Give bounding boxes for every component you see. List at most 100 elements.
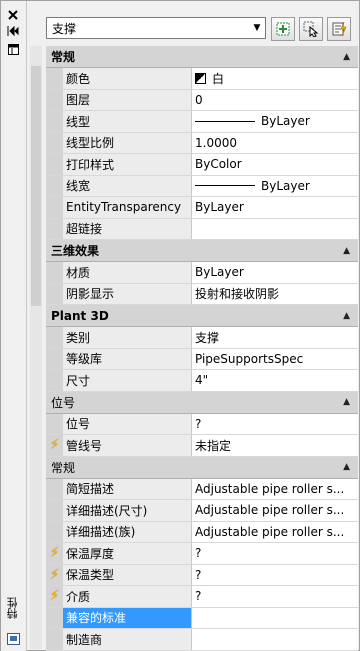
category-header[interactable]: 三维效果 ▲ bbox=[46, 240, 358, 262]
row-gutter bbox=[46, 154, 63, 175]
property-value[interactable]: ? bbox=[192, 543, 358, 564]
property-value[interactable]: Adjustable pipe roller s... bbox=[192, 522, 358, 543]
row-gutter bbox=[46, 521, 63, 542]
properties-palette: 特性 支撑 ▼ 常规 ▲ 颜色白图层 0 线型 ByLayer 线型比例 1.0000 打印样式… bbox=[0, 0, 360, 651]
property-value-text: 0 bbox=[195, 92, 203, 107]
row-gutter: ⚡ bbox=[46, 564, 63, 585]
property-value[interactable]: 1.0000 bbox=[192, 133, 358, 154]
property-value[interactable]: 未指定 bbox=[192, 435, 358, 456]
property-value[interactable]: 0 bbox=[192, 90, 358, 111]
property-row[interactable]: 等级库 PipeSupportsSpec bbox=[46, 348, 358, 370]
property-value[interactable]: 支撑 bbox=[192, 327, 358, 348]
property-value[interactable]: ByLayer bbox=[192, 262, 358, 283]
property-name: 保温类型 bbox=[63, 564, 192, 585]
property-value[interactable] bbox=[192, 629, 358, 650]
category-header[interactable]: 位号 ▲ bbox=[46, 391, 358, 414]
property-row[interactable]: 制造商 bbox=[46, 629, 358, 651]
property-value[interactable]: Adjustable pipe roller s... bbox=[192, 479, 358, 500]
row-gutter bbox=[46, 370, 63, 391]
object-type-select[interactable]: 支撑 ▼ bbox=[46, 17, 266, 39]
property-value-text: ByLayer bbox=[195, 265, 244, 280]
property-value[interactable]: 4" bbox=[192, 370, 358, 391]
property-name: 图层 bbox=[63, 89, 192, 110]
property-row[interactable]: 超链接 bbox=[46, 218, 358, 240]
palette-title-strip: 特性 bbox=[1, 1, 27, 651]
property-value[interactable]: 投射和接收阴影 bbox=[192, 284, 358, 305]
row-gutter bbox=[46, 218, 63, 239]
property-name: 打印样式 bbox=[63, 154, 192, 175]
property-value-text: ByColor bbox=[195, 157, 242, 172]
row-gutter bbox=[46, 413, 63, 434]
property-name: 线型比例 bbox=[63, 132, 192, 153]
row-gutter bbox=[46, 327, 63, 348]
property-name: 类别 bbox=[63, 327, 192, 348]
property-row[interactable]: 线型比例 1.0000 bbox=[46, 132, 358, 154]
property-row[interactable]: 兼容的标准 bbox=[46, 607, 358, 629]
row-gutter bbox=[46, 175, 63, 196]
property-name: 详细描述(族) bbox=[63, 521, 192, 542]
property-row[interactable]: 材质 ByLayer bbox=[46, 262, 358, 284]
collapse-arrow-icon[interactable]: ▲ bbox=[343, 311, 350, 321]
property-row[interactable]: ⚡ 保温类型? bbox=[46, 564, 358, 586]
property-row[interactable]: 简短描述 Adjustable pipe roller s... bbox=[46, 478, 358, 500]
property-row[interactable]: 位号? bbox=[46, 413, 358, 435]
property-name: 制造商 bbox=[63, 629, 192, 650]
toggle-pickadd-button[interactable] bbox=[271, 17, 295, 41]
property-row[interactable]: 阴影显示 投射和接收阴影 bbox=[46, 283, 358, 305]
property-value-text: ByLayer bbox=[195, 200, 244, 215]
property-row[interactable]: 打印样式 ByColor bbox=[46, 154, 358, 176]
property-row[interactable]: ⚡ 保温厚度? bbox=[46, 543, 358, 565]
property-name: 超链接 bbox=[63, 218, 192, 239]
property-row[interactable]: 类别 支撑 bbox=[46, 327, 358, 349]
property-row[interactable]: ⚡ 介质? bbox=[46, 586, 358, 608]
collapse-arrow-icon[interactable]: ▲ bbox=[343, 52, 350, 62]
property-value[interactable]: ByColor bbox=[192, 154, 358, 175]
selection-toolbar: 支撑 ▼ bbox=[46, 15, 360, 45]
close-icon[interactable] bbox=[5, 7, 21, 23]
property-value[interactable] bbox=[192, 219, 358, 240]
property-name: EntityTransparency bbox=[63, 197, 192, 218]
select-objects-button[interactable] bbox=[299, 17, 323, 41]
property-value-text: ? bbox=[195, 546, 202, 561]
row-gutter bbox=[46, 111, 63, 132]
row-gutter bbox=[46, 132, 63, 153]
collapse-arrow-icon[interactable]: ▲ bbox=[343, 397, 350, 407]
property-value-text: 投射和接收阴影 bbox=[195, 287, 280, 302]
property-value[interactable]: ByLayer bbox=[192, 197, 358, 218]
property-value[interactable]: ByLayer bbox=[192, 111, 358, 132]
property-value[interactable]: ByLayer bbox=[192, 176, 358, 197]
category-header[interactable]: 常规 ▲ bbox=[46, 46, 358, 68]
property-row[interactable]: ⚡ 管线号 未指定 bbox=[46, 435, 358, 457]
property-value[interactable]: PipeSupportsSpec bbox=[192, 349, 358, 370]
collapse-arrow-icon[interactable]: ▲ bbox=[343, 246, 350, 256]
palette-properties-icon[interactable] bbox=[5, 41, 21, 57]
property-value[interactable]: ? bbox=[192, 565, 358, 586]
palette-scrollbar[interactable] bbox=[30, 46, 42, 649]
lightning-icon: ⚡ bbox=[49, 566, 60, 583]
property-row[interactable]: 线型 ByLayer bbox=[46, 111, 358, 133]
property-row[interactable]: 线宽 ByLayer bbox=[46, 175, 358, 197]
property-row[interactable]: 详细描述(族) Adjustable pipe roller s... bbox=[46, 521, 358, 543]
property-row[interactable]: 详细描述(尺寸) Adjustable pipe roller s... bbox=[46, 500, 358, 522]
property-value[interactable]: Adjustable pipe roller s... bbox=[192, 500, 358, 521]
property-value[interactable] bbox=[192, 608, 358, 629]
category-title: 三维效果 bbox=[51, 244, 100, 258]
palette-menu-icon[interactable] bbox=[7, 633, 20, 645]
quick-select-button[interactable] bbox=[327, 17, 351, 41]
property-row[interactable]: 图层 0 bbox=[46, 89, 358, 111]
property-row[interactable]: 尺寸 4" bbox=[46, 370, 358, 392]
property-value[interactable]: 白 bbox=[192, 68, 358, 89]
property-row[interactable]: 颜色 白 bbox=[46, 68, 358, 90]
category-header[interactable]: 常规 ▲ bbox=[46, 456, 358, 479]
property-grid: 常规 ▲ 颜色白图层 0 线型 ByLayer 线型比例 1.0000 打印样式 ByColor 线… bbox=[46, 46, 358, 651]
collapse-arrow-icon[interactable]: ▲ bbox=[343, 462, 350, 472]
auto-hide-icon[interactable] bbox=[5, 23, 21, 39]
property-value[interactable]: ? bbox=[192, 586, 358, 607]
property-value[interactable]: ? bbox=[192, 414, 358, 435]
property-row[interactable]: EntityTransparency ByLayer bbox=[46, 197, 358, 219]
scrollbar-thumb[interactable] bbox=[31, 66, 41, 306]
property-value-text: 白 bbox=[212, 71, 225, 86]
category-header[interactable]: Plant 3D ▲ bbox=[46, 305, 358, 327]
chevron-down-icon[interactable]: ▼ bbox=[249, 18, 265, 38]
category-title: Plant 3D bbox=[51, 308, 109, 323]
